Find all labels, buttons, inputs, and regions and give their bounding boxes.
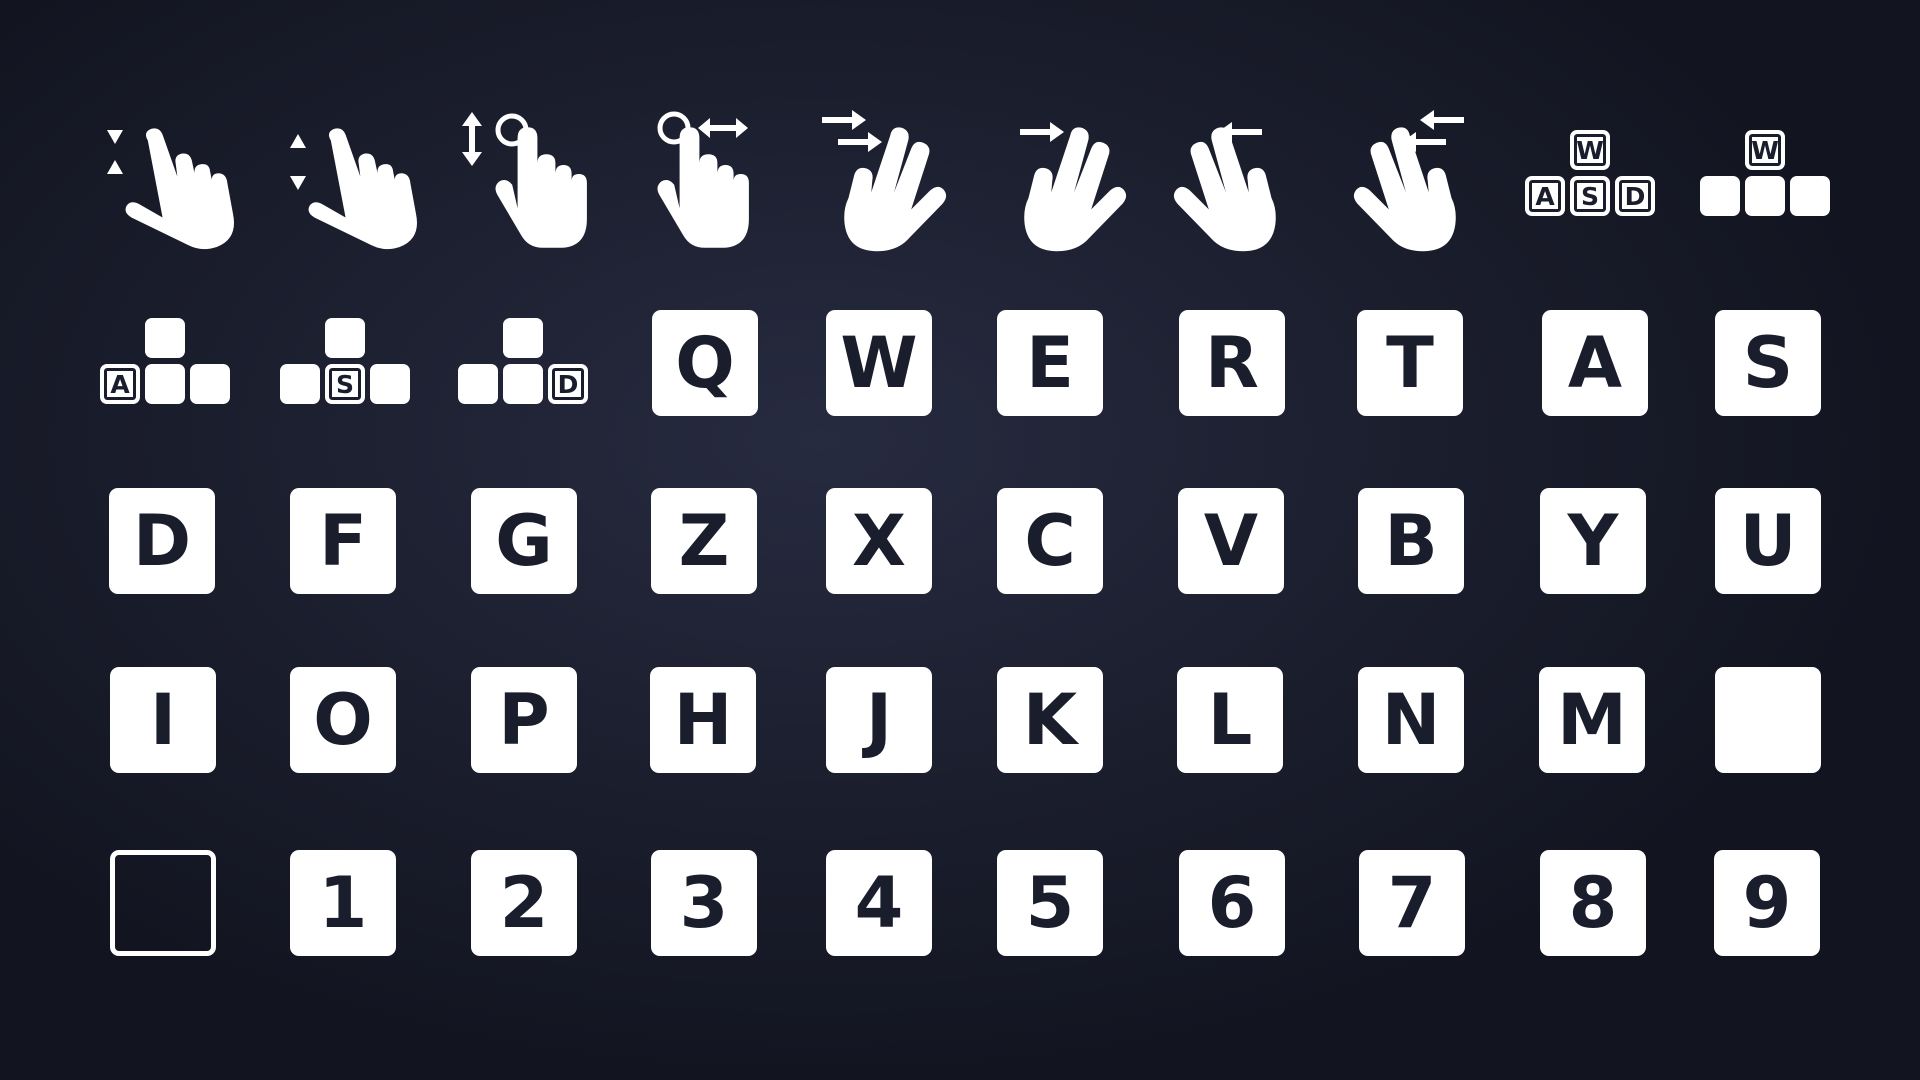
key-m-icon: M [1539, 667, 1645, 773]
d-key-cluster-icon: D [453, 318, 593, 408]
key-7-icon: 7 [1359, 850, 1465, 956]
cluster-key-blank [1700, 176, 1740, 216]
key-d-icon: D [109, 488, 215, 594]
swipe-right-hand-icon [1000, 110, 1130, 260]
a-key-cluster-icon: A [95, 318, 235, 408]
tap-scroll-down-hand-icon [107, 120, 237, 260]
two-finger-swipe-left-hand-icon [1350, 110, 1480, 260]
key-9-icon: 9 [1714, 850, 1820, 956]
cluster-key-s: S [325, 364, 365, 404]
cluster-key-blank [325, 318, 365, 358]
cluster-key-a: A [1525, 176, 1565, 216]
cluster-key-blank [1790, 176, 1830, 216]
key-b-icon: B [1358, 488, 1464, 594]
blank-key-icon [1715, 667, 1821, 773]
key-5-icon: 5 [997, 850, 1103, 956]
key-v-icon: V [1178, 488, 1284, 594]
tap-scroll-up-hand-icon [290, 120, 420, 260]
cluster-key-w: W [1745, 130, 1785, 170]
cluster-key-blank [503, 318, 543, 358]
icon-sheet: W A S D W A S D Q W E R T A S D F G Z X … [0, 0, 1920, 1080]
horizontal-drag-hand-icon [650, 110, 780, 260]
cluster-key-blank [503, 364, 543, 404]
cluster-key-blank [1745, 176, 1785, 216]
key-e-icon: E [997, 310, 1103, 416]
cluster-key-blank [145, 364, 185, 404]
outline-key-icon [110, 850, 216, 956]
wasd-keys-icon: W A S D [1520, 130, 1660, 220]
cluster-key-d: D [1615, 176, 1655, 216]
cluster-key-d: D [548, 364, 588, 404]
w-key-cluster-icon: W [1695, 130, 1835, 220]
key-l-icon: L [1177, 667, 1283, 773]
key-o-icon: O [290, 667, 396, 773]
key-1-icon: 1 [290, 850, 396, 956]
key-2-icon: 2 [471, 850, 577, 956]
cluster-key-w: W [1570, 130, 1610, 170]
key-x-icon: X [826, 488, 932, 594]
cluster-key-s: S [1570, 176, 1610, 216]
key-p-icon: P [471, 667, 577, 773]
cluster-key-blank [190, 364, 230, 404]
key-g-icon: G [471, 488, 577, 594]
cluster-key-blank [280, 364, 320, 404]
key-s-icon: S [1715, 310, 1821, 416]
key-3-icon: 3 [651, 850, 757, 956]
key-r-icon: R [1179, 310, 1285, 416]
cluster-key-a: A [100, 364, 140, 404]
key-i-icon: I [110, 667, 216, 773]
key-z-icon: Z [651, 488, 757, 594]
key-u-icon: U [1715, 488, 1821, 594]
vertical-drag-hand-icon [460, 110, 590, 260]
key-6-icon: 6 [1179, 850, 1285, 956]
key-j-icon: J [826, 667, 932, 773]
key-k-icon: K [997, 667, 1103, 773]
key-8-icon: 8 [1540, 850, 1646, 956]
key-n-icon: N [1358, 667, 1464, 773]
key-w-icon: W [826, 310, 932, 416]
swipe-left-hand-icon [1170, 110, 1300, 260]
key-a-icon: A [1542, 310, 1648, 416]
key-c-icon: C [997, 488, 1103, 594]
key-h-icon: H [650, 667, 756, 773]
key-f-icon: F [290, 488, 396, 594]
two-finger-swipe-right-hand-icon [820, 110, 950, 260]
cluster-key-blank [145, 318, 185, 358]
key-4-icon: 4 [826, 850, 932, 956]
cluster-key-blank [370, 364, 410, 404]
s-key-cluster-icon: S [275, 318, 415, 408]
key-t-icon: T [1357, 310, 1463, 416]
key-q-icon: Q [652, 310, 758, 416]
cluster-key-blank [458, 364, 498, 404]
key-y-icon: Y [1540, 488, 1646, 594]
